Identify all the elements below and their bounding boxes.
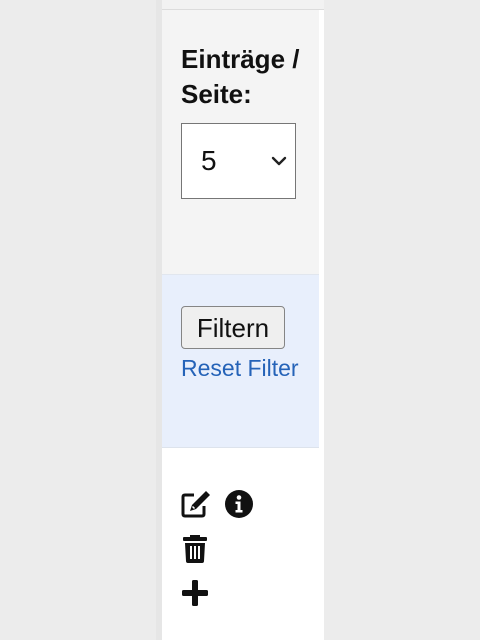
chevron-down-icon [271, 154, 287, 166]
reset-filter-link[interactable]: Reset Filter [181, 353, 301, 384]
actions-cell [162, 448, 319, 640]
plus-icon[interactable] [181, 579, 209, 607]
info-icon[interactable] [224, 489, 254, 519]
per-page-label: Einträge / Seite: [181, 44, 300, 109]
per-page-cell: Einträge / Seite: 5 [162, 10, 319, 275]
edit-icon[interactable] [180, 489, 212, 519]
header-cell [162, 0, 324, 10]
per-page-select-value: 5 [201, 145, 217, 176]
trash-icon[interactable] [182, 534, 208, 564]
filter-button[interactable]: Filtern [181, 306, 285, 349]
per-page-select[interactable]: 5 [181, 123, 296, 199]
filter-cell: Filtern Reset Filter [162, 275, 319, 448]
